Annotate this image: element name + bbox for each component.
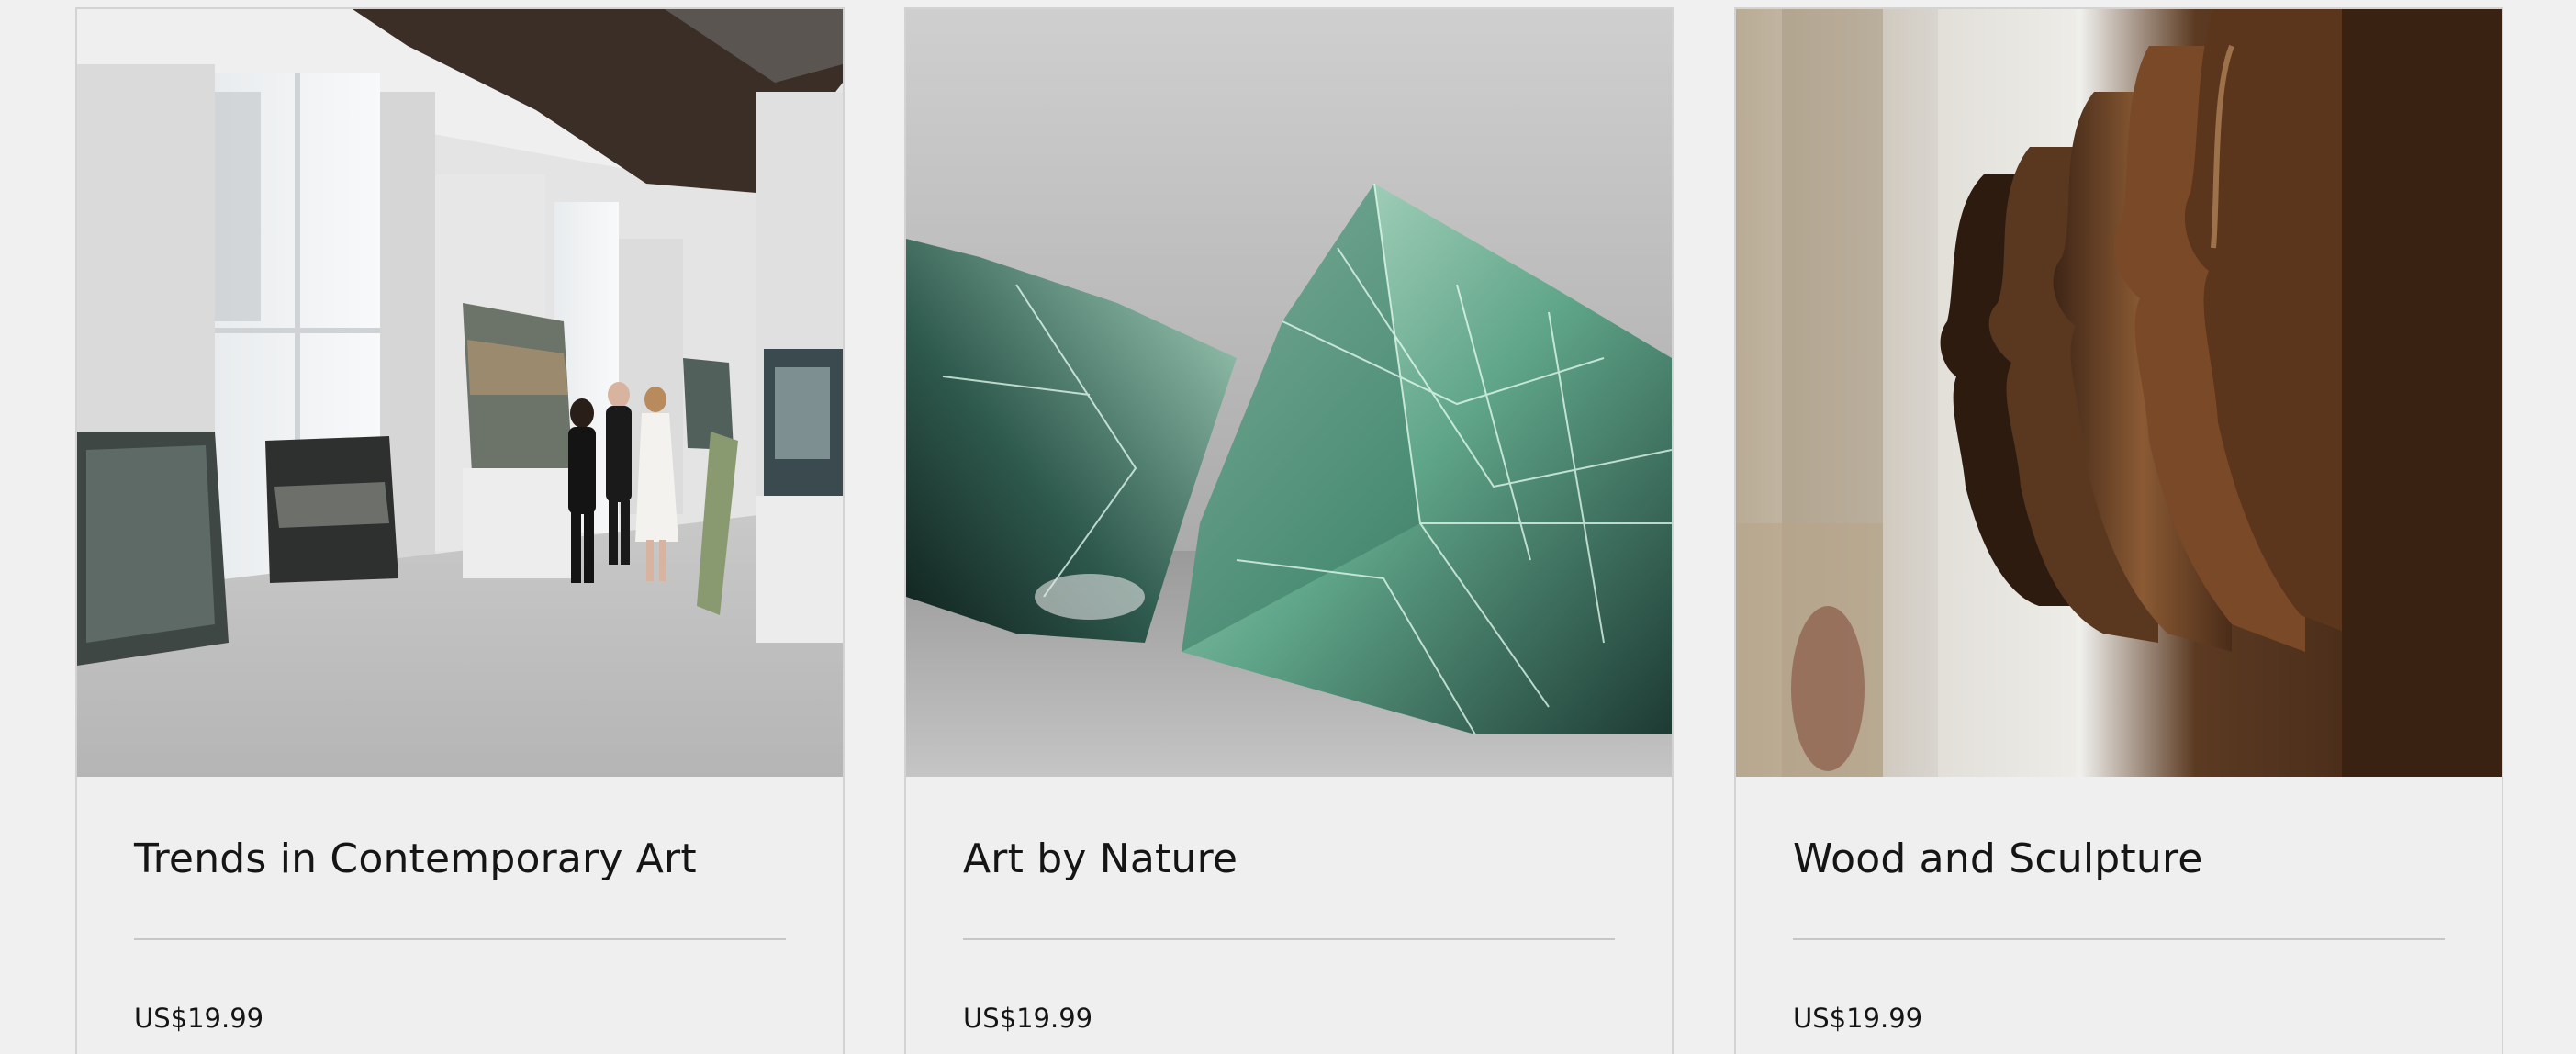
product-title[interactable]: Art by Nature [963,835,1238,882]
product-title[interactable]: Wood and Sculpture [1793,835,2203,882]
divider [963,938,1615,940]
glass-sculpture-photo [906,9,1672,777]
product-card-wood-and-sculpture[interactable]: Wood and Sculpture US$19.99 [1734,7,2503,1054]
gallery-photo [77,9,843,777]
divider [1793,938,2445,940]
product-card-trends-in-contemporary-art[interactable]: Trends in Contemporary Art US$19.99 [75,7,845,1054]
product-image[interactable] [1736,9,2502,777]
product-price: US$19.99 [963,1003,1093,1034]
wood-sculpture-photo [1736,9,2502,777]
product-price: US$19.99 [134,1003,264,1034]
product-gallery-grid: Trends in Contemporary Art US$19.99 Art … [0,0,2576,1054]
product-card-art-by-nature[interactable]: Art by Nature US$19.99 [904,7,1674,1054]
product-price: US$19.99 [1793,1003,1923,1034]
divider [134,938,786,940]
product-title[interactable]: Trends in Contemporary Art [134,835,697,882]
product-image[interactable] [77,9,843,777]
product-image[interactable] [906,9,1672,777]
